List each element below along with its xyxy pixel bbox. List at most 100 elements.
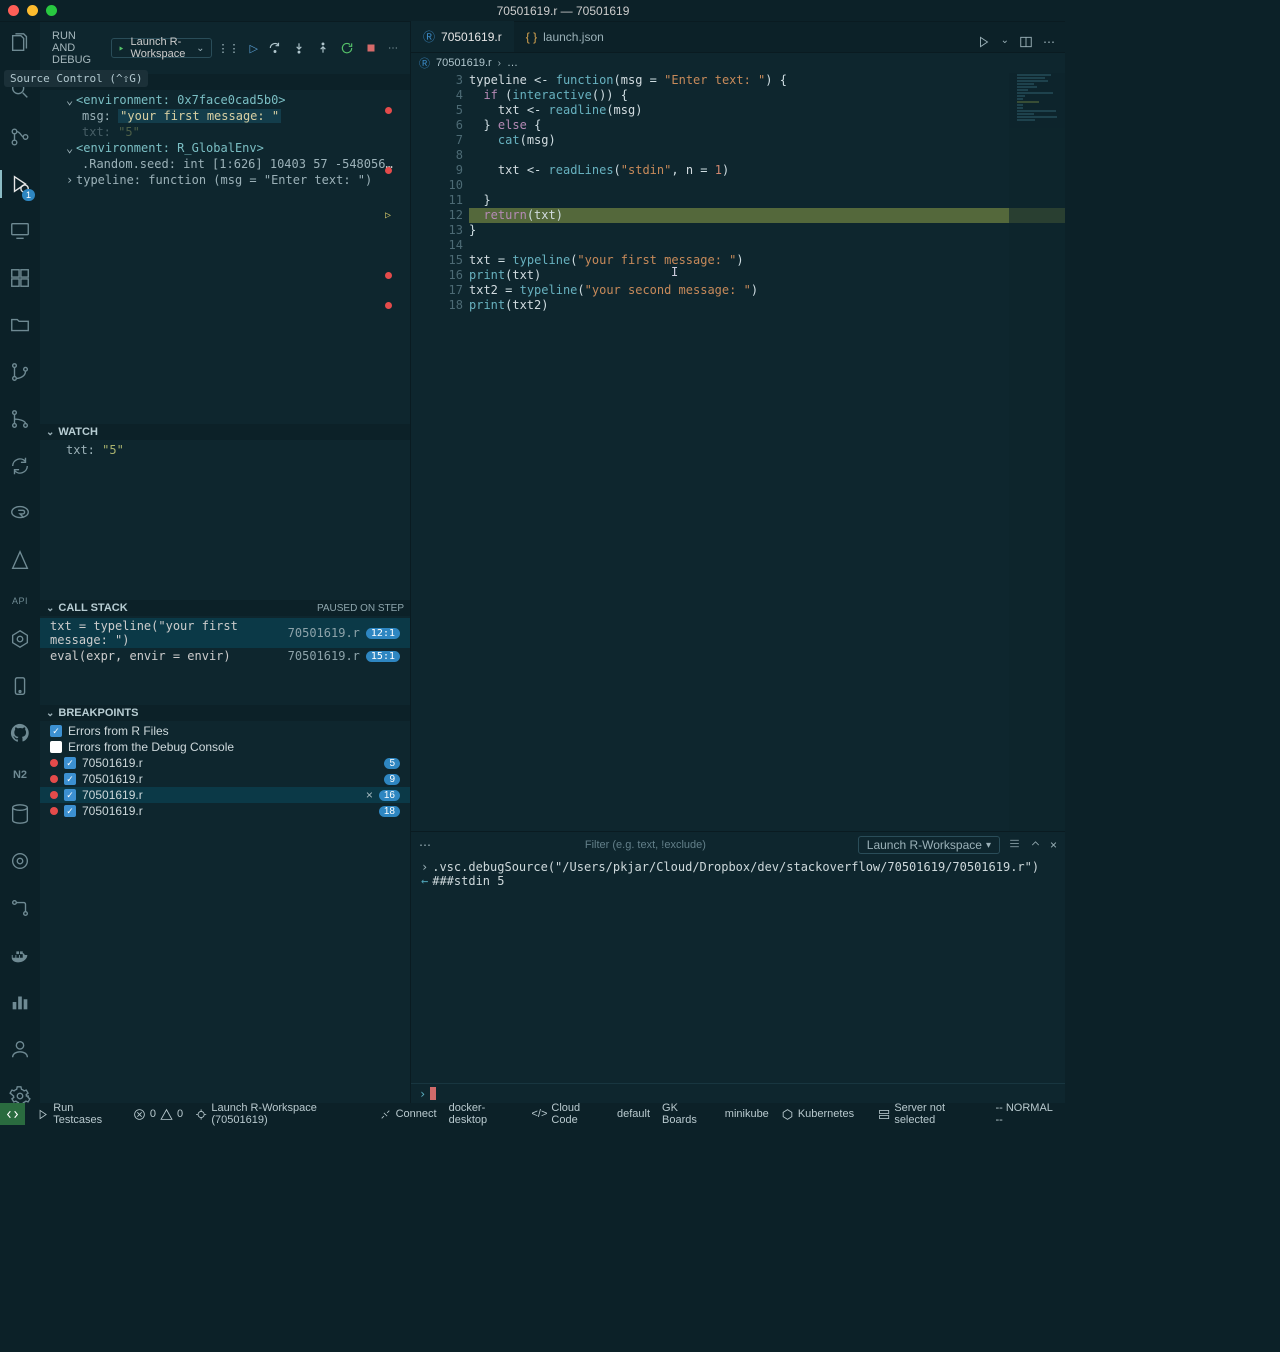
run-icon[interactable] — [977, 35, 991, 52]
code-editor[interactable]: 3456789101112131415161718 typeline <- fu… — [411, 73, 1065, 831]
close-icon[interactable] — [8, 5, 19, 16]
target-icon[interactable] — [9, 850, 31, 875]
breakpoint-dot-icon — [50, 791, 58, 799]
minimap[interactable] — [1009, 73, 1065, 831]
kubernetes-icon[interactable] — [9, 628, 31, 653]
continue-icon[interactable]: ▷ — [250, 42, 258, 55]
breakpoint-item[interactable]: ✓ 70501619.r 18 — [40, 803, 410, 819]
editor-group: Ⓡ 70501619.r { } launch.json ⌄ ⋯ Ⓡ 70501… — [411, 22, 1065, 1103]
status-launch[interactable]: Launch R-Workspace (70501619) — [195, 1102, 366, 1126]
callstack-frame[interactable]: eval(expr, envir = envir) 70501619.r15:1 — [40, 648, 410, 664]
n2-icon[interactable]: N2 — [13, 769, 27, 781]
status-minikube[interactable]: minikube — [725, 1108, 769, 1120]
close-icon[interactable]: × — [366, 788, 373, 802]
sync-icon[interactable] — [9, 455, 31, 480]
checkbox-icon[interactable]: ✓ — [64, 789, 76, 801]
run-debug-header: RUN AND DEBUG Launch R-Workspace ⌄ ⋮⋮ ▷ … — [40, 22, 410, 74]
status-vim-mode[interactable]: -- NORMAL -- — [995, 1102, 1059, 1126]
chevron-down-icon[interactable]: ⌄ — [1001, 35, 1009, 52]
more-icon[interactable]: ⋯ — [1043, 35, 1055, 52]
tab-launch-json[interactable]: { } launch.json — [514, 21, 616, 52]
checkbox-icon[interactable]: ✓ — [50, 725, 62, 737]
drag-handle-icon[interactable]: ⋮⋮ — [218, 42, 240, 55]
chart-icon[interactable] — [9, 991, 31, 1016]
callstack-frame[interactable]: txt = typeline("your first message: ") 7… — [40, 618, 410, 648]
restart-icon[interactable] — [340, 41, 354, 55]
api-icon[interactable]: API — [12, 596, 28, 606]
step-over-icon[interactable] — [268, 41, 282, 55]
source-control-tooltip: Source Control (^⇧G) — [4, 70, 148, 87]
breadcrumb[interactable]: Ⓡ 70501619.r › … — [411, 53, 1065, 73]
status-default[interactable]: default — [617, 1108, 650, 1120]
close-icon[interactable]: × — [1050, 838, 1057, 852]
callstack-head[interactable]: ⌄ CALL STACK PAUSED ON STEP — [40, 600, 410, 616]
watch-head[interactable]: ⌄ WATCH — [40, 424, 410, 440]
git-merge-icon[interactable] — [9, 408, 31, 433]
github-icon[interactable] — [9, 722, 31, 747]
checkbox-icon[interactable]: ✓ — [64, 757, 76, 769]
minimize-icon[interactable] — [27, 5, 38, 16]
database-icon[interactable] — [9, 803, 31, 828]
folder-icon[interactable] — [9, 314, 31, 339]
variable-item[interactable]: msg: "your first message: " — [40, 108, 410, 124]
checkbox-icon[interactable]: ✓ — [64, 773, 76, 785]
chevron-down-icon: ⌄ — [46, 603, 54, 614]
tab-r-file[interactable]: Ⓡ 70501619.r — [411, 21, 514, 52]
collapse-icon[interactable] — [1029, 837, 1042, 853]
variable-scope[interactable]: ⌄<environment: 0x7face0cad5b0> — [40, 92, 410, 108]
console-input[interactable]: › — [411, 1083, 1065, 1103]
chevron-down-icon: ⌄ — [196, 43, 204, 54]
stop-icon[interactable] — [364, 41, 378, 55]
breakpoint-dot-icon — [50, 775, 58, 783]
status-server[interactable]: Server not selected — [878, 1102, 983, 1126]
breakpoint-item[interactable]: ✓ 70501619.r 9 — [40, 771, 410, 787]
variable-scope[interactable]: ⌄<environment: R_GlobalEnv> — [40, 140, 410, 156]
checkbox-icon[interactable]: ✓ — [64, 805, 76, 817]
extensions-icon[interactable] — [9, 267, 31, 292]
device-icon[interactable] — [9, 675, 31, 700]
zoom-icon[interactable] — [46, 5, 57, 16]
route-icon[interactable] — [9, 897, 31, 922]
status-docker[interactable]: docker-desktop — [449, 1102, 520, 1126]
breakpoint-generic[interactable]: ✓ Errors from R Files — [40, 723, 410, 739]
filter-input[interactable]: Filter (e.g. text, !exclude) — [441, 839, 850, 851]
split-editor-icon[interactable] — [1019, 35, 1033, 52]
checkbox-icon[interactable] — [50, 741, 62, 753]
docker-icon[interactable] — [9, 944, 31, 969]
status-gk[interactable]: GK Boards — [662, 1102, 713, 1126]
r-icon[interactable] — [9, 502, 31, 527]
git-branch-icon[interactable] — [9, 361, 31, 386]
azure-icon[interactable] — [9, 549, 31, 574]
breakpoints-head[interactable]: ⌄ BREAKPOINTS — [40, 705, 410, 721]
clear-icon[interactable] — [1008, 837, 1021, 853]
watch-item[interactable]: txt: "5" — [40, 442, 410, 458]
variable-item[interactable]: .Random.seed: int [1:626] 10403 57 -5480… — [40, 156, 410, 172]
debug-session-select[interactable]: Launch R-Workspace▾ — [858, 836, 1000, 854]
status-problems[interactable]: 0 0 — [133, 1108, 183, 1121]
variable-item[interactable]: txt: "5" — [40, 124, 410, 140]
breakpoints-section: ⌄ BREAKPOINTS ✓ Errors from R Files Erro… — [40, 705, 410, 1103]
breakpoint-item[interactable]: ✓ 70501619.r ×16 — [40, 787, 410, 803]
debug-config-select[interactable]: Launch R-Workspace ⌄ — [111, 38, 211, 58]
breakpoint-item[interactable]: ✓ 70501619.r 5 — [40, 755, 410, 771]
remote-indicator[interactable] — [0, 1103, 25, 1125]
breakpoint-generic[interactable]: Errors from the Debug Console — [40, 739, 410, 755]
variable-item[interactable]: ›typeline: function (msg = "Enter text: … — [40, 172, 410, 188]
variables-section: ⌄ VARIABLES ⌄<environment: 0x7face0cad5b… — [40, 74, 410, 424]
account-icon[interactable] — [9, 1038, 31, 1063]
explorer-icon[interactable] — [9, 32, 31, 57]
r-file-icon: Ⓡ — [423, 28, 435, 45]
more-icon[interactable]: ⋯ — [419, 838, 433, 852]
status-cloud[interactable]: </>Cloud Code — [531, 1102, 605, 1126]
watch-section: ⌄ WATCH txt: "5" — [40, 424, 410, 600]
source-control-icon[interactable] — [9, 126, 31, 151]
status-connect[interactable]: Connect — [379, 1108, 437, 1121]
window-controls — [8, 5, 57, 16]
more-icon[interactable]: ⋯ — [388, 43, 398, 54]
remote-explorer-icon[interactable] — [9, 220, 31, 245]
step-out-icon[interactable] — [316, 41, 330, 55]
status-kube[interactable]: Kubernetes — [781, 1108, 854, 1121]
step-into-icon[interactable] — [292, 41, 306, 55]
status-run-tests[interactable]: Run Testcases — [37, 1102, 121, 1126]
run-debug-icon[interactable]: 1 — [9, 173, 31, 198]
